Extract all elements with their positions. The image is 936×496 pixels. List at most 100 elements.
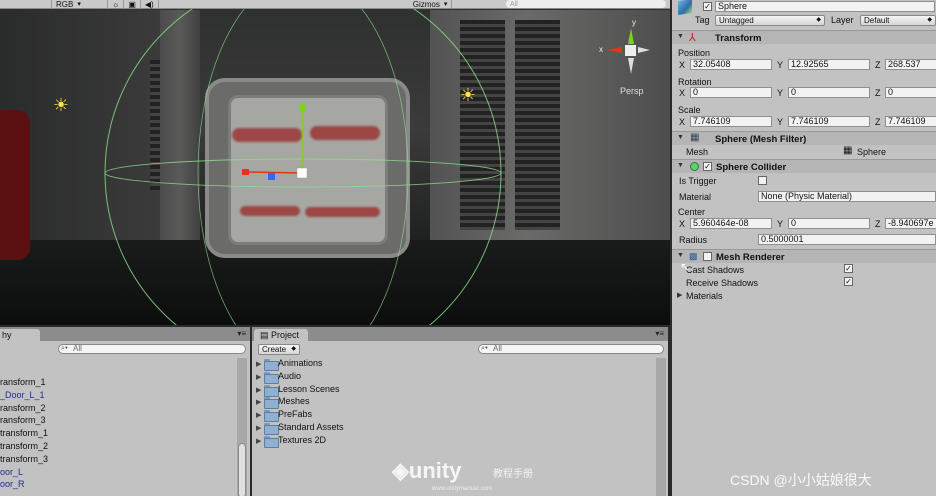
rotation-z-field[interactable]: 0 [885, 87, 936, 98]
move-x-handle[interactable] [242, 169, 249, 175]
project-folder-item[interactable]: Animations [278, 358, 323, 368]
sphere-collider-enabled-checkbox[interactable]: ✓ [703, 162, 712, 171]
sphere-collider-foldout[interactable]: ▼ [677, 162, 684, 169]
create-label: Create [262, 345, 287, 354]
object-icon [678, 0, 692, 15]
receive-shadows-checkbox[interactable]: ✓ [844, 277, 853, 286]
is-trigger-checkbox[interactable] [758, 176, 767, 185]
project-folder-item[interactable]: Audio [278, 371, 301, 381]
material-field[interactable]: None (Physic Material) [758, 191, 936, 202]
move-y-handle[interactable] [299, 104, 306, 111]
rotation-label: Rotation [678, 77, 712, 87]
cast-shadows-checkbox[interactable]: ✓ [844, 264, 853, 273]
project-scrollbar[interactable] [656, 358, 666, 496]
mesh-grid-icon: ▦ [843, 145, 853, 156]
mesh-value[interactable]: Sphere [857, 147, 886, 157]
tag-dropdown[interactable]: Untagged [715, 15, 825, 26]
create-dropdown[interactable]: Create [258, 344, 300, 355]
hierarchy-item[interactable]: ransform_1 [0, 377, 46, 387]
transform-foldout[interactable]: ▼ [677, 33, 684, 40]
hierarchy-scroll-thumb[interactable] [238, 443, 246, 496]
object-name-field[interactable]: Sphere [715, 1, 935, 12]
mesh-renderer-foldout[interactable]: ▼ [677, 252, 684, 259]
mesh-renderer-icon: ▩ [689, 251, 698, 261]
center-x-field[interactable]: 5.960464e-08 [690, 218, 772, 229]
move-z-handle[interactable] [268, 173, 275, 180]
hierarchy-search-placeholder: All [73, 344, 82, 353]
materials-label[interactable]: Materials [686, 291, 723, 301]
folder-expand-toggle[interactable]: ▶ [256, 373, 261, 381]
project-menu-icon[interactable]: ▾≡ [655, 329, 664, 338]
hierarchy-panel: hy ▾≡ All ransform_1 _Door_L_1 ransform_2r… [0, 325, 250, 496]
transform-header[interactable] [672, 30, 936, 44]
scene-overlay-toggle[interactable]: ▣ [124, 0, 141, 9]
tab-hierarchy[interactable]: hy [0, 329, 40, 341]
folder-expand-toggle[interactable]: ▶ [256, 437, 261, 445]
folder-expand-toggle[interactable]: ▶ [256, 398, 261, 406]
gizmo-x-cone[interactable] [606, 47, 622, 53]
gizmo-neg-y-cone[interactable] [628, 58, 634, 74]
scale-x-field[interactable]: 7.746109 [690, 116, 772, 127]
position-y-field[interactable]: 12.92565 [788, 59, 870, 70]
move-x-axis[interactable] [245, 171, 304, 174]
mesh-renderer-enabled-checkbox[interactable] [703, 252, 712, 261]
hierarchy-item[interactable]: transform_1 [0, 428, 48, 438]
tab-project[interactable]: ▤ Project [254, 329, 308, 341]
hierarchy-search-input[interactable]: All [58, 344, 246, 354]
hierarchy-item[interactable]: _Door_L_1 [0, 390, 45, 400]
scene-audio-toggle[interactable]: ◀) [141, 0, 159, 9]
folder-expand-toggle[interactable]: ▶ [256, 424, 261, 432]
scale-y-field[interactable]: 7.746109 [788, 116, 870, 127]
gizmo-center[interactable] [625, 45, 636, 56]
hierarchy-item[interactable]: transform_3 [0, 454, 48, 464]
hierarchy-item[interactable]: ransform_3 [0, 415, 46, 425]
shading-mode-dropdown[interactable] [0, 0, 52, 9]
folder-expand-toggle[interactable]: ▶ [256, 386, 261, 394]
tab-project-label: Project [271, 330, 300, 340]
radius-field[interactable]: 0.5000001 [758, 234, 936, 245]
position-x-field[interactable]: 32.05408 [690, 59, 772, 70]
hierarchy-item[interactable]: oor_L [0, 467, 23, 477]
object-active-checkbox[interactable]: ✓ [703, 2, 712, 11]
gizmos-dropdown[interactable]: Gizmos [409, 0, 453, 9]
project-folder-item[interactable]: Standard Assets [278, 422, 344, 432]
center-z-field[interactable]: -8.940697e [885, 218, 936, 229]
hierarchy-item[interactable]: ransform_2 [0, 403, 46, 413]
rotation-x-field[interactable]: 0 [690, 87, 772, 98]
sphere-collider-icon [690, 162, 699, 171]
folder-expand-toggle[interactable]: ▶ [256, 411, 261, 419]
hierarchy-item[interactable]: oor_R [0, 479, 25, 489]
gizmo-neg-x-cone[interactable] [638, 47, 650, 53]
scene-search-input[interactable]: All [506, 0, 666, 8]
persp-label[interactable]: Persp [620, 86, 644, 96]
scale-z-field[interactable]: 7.746109 [885, 116, 936, 127]
position-y-label: Y [777, 60, 784, 70]
project-folder-item[interactable]: Textures 2D [278, 435, 326, 445]
hierarchy-scrollbar[interactable] [237, 358, 247, 496]
folder-expand-toggle[interactable]: ▶ [256, 360, 261, 368]
rotation-y-field[interactable]: 0 [788, 87, 870, 98]
sphere-collider-gizmo[interactable] [0, 0, 670, 325]
rgb-label: RGB [56, 0, 74, 9]
center-y-field[interactable]: 0 [788, 218, 870, 229]
project-folder-item[interactable]: Meshes [278, 396, 310, 406]
hierarchy-item[interactable]: transform_2 [0, 441, 48, 451]
render-mode-dropdown[interactable]: RGB [52, 0, 108, 9]
scene-view[interactable]: ☀ ☀ y x Persp RGB ☼ ▣ ◀) Gizmos All [0, 0, 670, 325]
scale-x-label: X [679, 117, 686, 127]
mesh-filter-foldout[interactable]: ▼ [677, 134, 684, 141]
move-center-handle[interactable] [296, 167, 308, 179]
hierarchy-menu-icon[interactable]: ▾≡ [237, 329, 246, 338]
gizmo-y-cone[interactable] [628, 28, 634, 44]
project-search-input[interactable]: All [478, 344, 664, 354]
project-folder-item[interactable]: PreFabs [278, 409, 312, 419]
material-label: Material [679, 192, 712, 202]
layer-dropdown[interactable]: Default [860, 15, 936, 26]
scene-orientation-gizmo[interactable]: y x [598, 14, 658, 84]
scene-lighting-toggle[interactable]: ☼ [108, 0, 125, 9]
rotation-z-label: Z [875, 88, 881, 98]
materials-foldout[interactable]: ▶ [677, 291, 682, 299]
position-z-field[interactable]: 268.537 [885, 59, 936, 70]
project-folder-item[interactable]: Lesson Scenes [278, 384, 340, 394]
rotation-x-label: X [679, 88, 686, 98]
